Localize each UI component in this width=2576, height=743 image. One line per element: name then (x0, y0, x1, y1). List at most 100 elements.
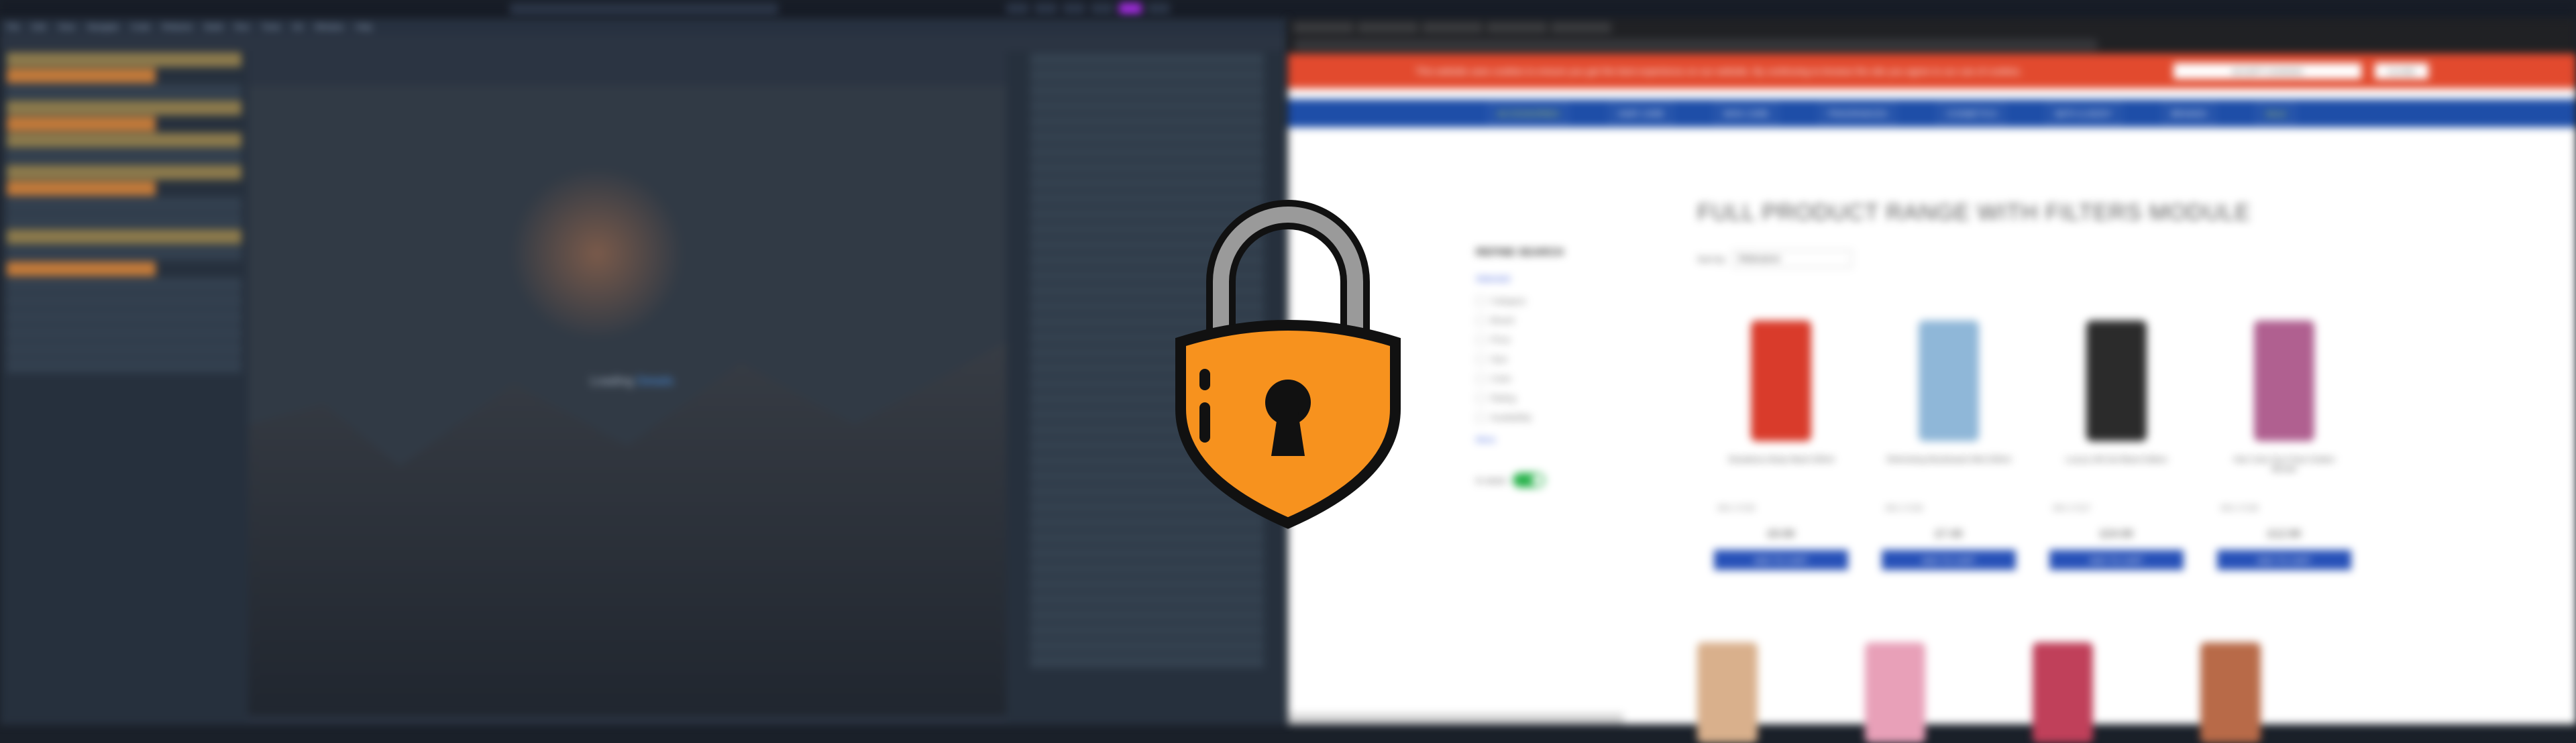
nav-item[interactable]: FRAGRANCES (1819, 103, 1896, 123)
nav-item[interactable]: SALE (2257, 103, 2295, 123)
structure-row[interactable] (1030, 130, 1264, 144)
structure-row[interactable] (1030, 593, 1264, 606)
tree-row[interactable] (7, 358, 241, 373)
tree-row[interactable] (7, 245, 241, 260)
filter-option[interactable]: Price (1476, 335, 1637, 345)
product-image[interactable] (2200, 642, 2261, 743)
product-image[interactable] (1751, 321, 1811, 441)
address-bar[interactable] (1293, 39, 2098, 51)
structure-row[interactable] (1030, 146, 1264, 159)
ide-menu-item[interactable]: Edit (32, 22, 46, 32)
tree-row[interactable] (7, 278, 241, 292)
nav-item[interactable]: ACCESSORIES (1489, 103, 1567, 123)
details-link[interactable]: Details (637, 374, 674, 388)
ide-menu-item[interactable]: File (7, 22, 19, 32)
product-card[interactable]: Hair Color Duo Pack Golden Blonde SKU 171… (2200, 307, 2368, 595)
filter-option[interactable]: Color (1476, 374, 1637, 384)
add-to-cart-button[interactable]: ADD TO CART (1882, 550, 2016, 570)
add-to-cart-button[interactable]: ADD TO CART (2049, 550, 2184, 570)
tree-row[interactable] (7, 197, 241, 212)
product-image[interactable] (1865, 642, 1925, 743)
tree-row[interactable] (7, 52, 241, 67)
ide-menu-item[interactable]: Navigate (87, 22, 119, 32)
ide-menu-item[interactable]: Build (205, 22, 223, 32)
ide-menu-item[interactable]: Tools (262, 22, 280, 32)
tray-icon[interactable] (1034, 3, 1057, 15)
structure-row[interactable] (1030, 577, 1264, 591)
ide-menu-item[interactable]: Code (131, 22, 150, 32)
filter-option[interactable]: Size (1476, 354, 1637, 364)
ide-menu-item[interactable]: Window (315, 22, 343, 32)
product-name[interactable]: Strawberry Body Wash 500ml (1717, 455, 1845, 487)
accept-cookies-button[interactable]: ACCEPT COOKIES (2174, 63, 2361, 79)
structure-row[interactable] (1030, 84, 1264, 97)
filter-option[interactable]: Availability (1476, 412, 1637, 422)
structure-row[interactable] (1030, 639, 1264, 652)
checkbox[interactable] (1476, 393, 1485, 403)
tree-row[interactable] (7, 213, 241, 228)
tree-row[interactable] (7, 117, 156, 131)
ide-menu-item[interactable]: View (58, 22, 75, 32)
checkbox[interactable] (1476, 296, 1485, 306)
tray-icon[interactable] (1063, 3, 1085, 15)
product-card[interactable]: Refreshing Mouthwash Mint 500ml SKU 17126… (1865, 307, 2033, 595)
tray-icon-active[interactable] (1119, 3, 1142, 15)
sort-select[interactable]: Relevance (1733, 250, 1853, 268)
ide-menu-item[interactable]: Help (356, 22, 372, 32)
tray-icon[interactable] (1091, 3, 1114, 15)
filter-option[interactable]: Brand (1476, 315, 1637, 325)
structure-row[interactable] (1030, 624, 1264, 637)
structure-row[interactable] (1030, 115, 1264, 128)
nav-item[interactable]: HAIR CARE (1609, 103, 1672, 123)
structure-row[interactable] (1030, 547, 1264, 560)
checkbox[interactable] (1476, 315, 1485, 325)
browser-tab[interactable] (1293, 22, 1354, 33)
horizontal-scrollbar[interactable] (1288, 713, 1623, 724)
tree-row[interactable] (7, 310, 241, 325)
ide-menu-item[interactable]: Run (235, 22, 250, 32)
selected-filter[interactable]: Selected (1476, 274, 1637, 284)
more-filters-link[interactable]: More (1476, 435, 1637, 445)
tray-icon[interactable] (1006, 3, 1029, 15)
nav-item[interactable]: BRANDS (2163, 103, 2215, 123)
browser-tab[interactable] (1358, 22, 1418, 33)
ide-menu-item[interactable]: Refactor (162, 22, 193, 32)
product-card[interactable]: Strawberry Body Wash 500ml SKU 17125 £9.99… (1697, 307, 1865, 595)
structure-row[interactable] (1030, 654, 1264, 668)
add-to-cart-button[interactable]: ADD TO CART (2217, 550, 2351, 570)
product-image[interactable] (2033, 642, 2093, 743)
project-tree[interactable] (0, 51, 248, 722)
product-image[interactable] (2254, 321, 2314, 441)
browser-tab[interactable] (1551, 22, 1611, 33)
filter-option[interactable]: Rating (1476, 393, 1637, 403)
stock-toggle[interactable] (1512, 473, 1545, 488)
tree-row[interactable] (7, 84, 241, 99)
tree-row[interactable] (7, 294, 241, 308)
add-to-cart-button[interactable]: ADD TO CART (1714, 550, 1848, 570)
structure-row[interactable] (1030, 161, 1264, 174)
tree-row[interactable] (7, 181, 156, 196)
structure-row[interactable] (1030, 53, 1264, 66)
product-name[interactable]: Refreshing Mouthwash Mint 500ml (1885, 455, 2012, 487)
tree-row[interactable] (7, 342, 241, 357)
filter-option[interactable]: Category (1476, 296, 1637, 306)
tree-row[interactable] (7, 262, 156, 276)
checkbox[interactable] (1476, 412, 1485, 422)
product-image[interactable] (1919, 321, 1979, 441)
tray-icon[interactable] (1147, 3, 1170, 15)
checkbox[interactable] (1476, 354, 1485, 364)
product-name[interactable]: Hair Color Duo Pack Golden Blonde (2220, 455, 2348, 487)
checkbox[interactable] (1476, 374, 1485, 384)
close-cookie-button[interactable]: CLOSE (2375, 63, 2428, 79)
checkbox[interactable] (1476, 335, 1485, 345)
product-name[interactable]: Luxury Gift Set Black Edition (2053, 455, 2180, 487)
structure-row[interactable] (1030, 68, 1264, 82)
structure-row[interactable] (1030, 99, 1264, 113)
tree-row[interactable] (7, 149, 241, 164)
tree-row[interactable] (7, 165, 241, 180)
tree-row[interactable] (7, 229, 241, 244)
product-card[interactable]: Luxury Gift Set Black Edition SKU 17127 £2… (2033, 307, 2200, 595)
product-image[interactable] (2086, 321, 2147, 441)
nav-item[interactable]: SKIN CARE (1715, 103, 1777, 123)
structure-row[interactable] (1030, 608, 1264, 622)
